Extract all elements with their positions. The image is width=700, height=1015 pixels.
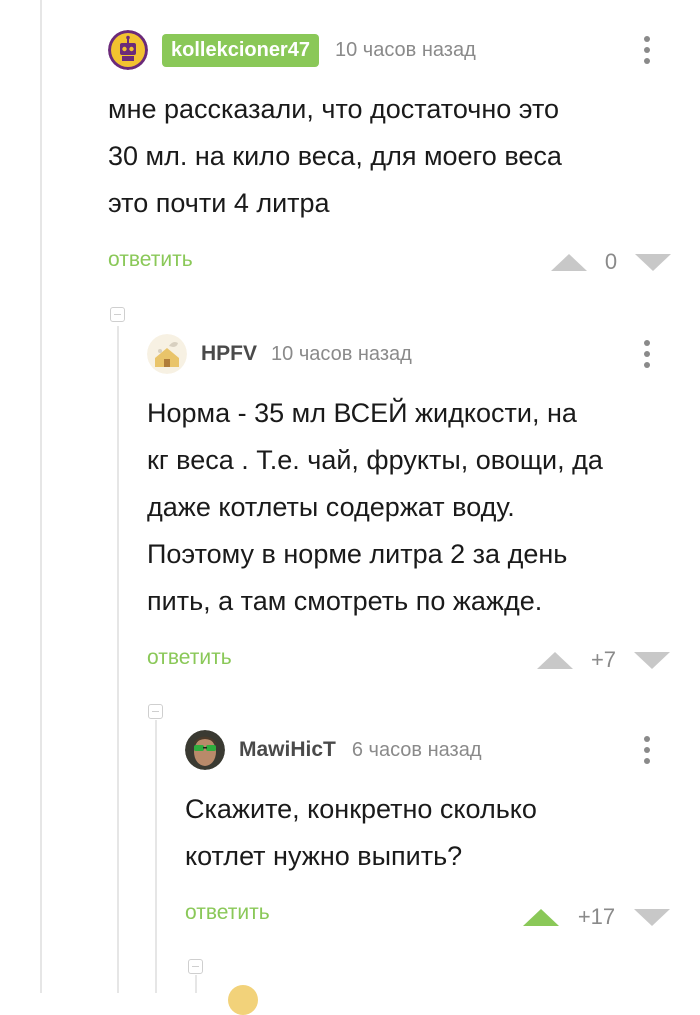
username-badge[interactable]: kollekcioner47 [162,33,319,67]
comment-text-line: кг веса . Т.е. чай, фрукты, овощи, да [147,445,603,475]
comment-header: HPFV 10 часов назад [147,334,412,374]
downvote-icon[interactable] [634,651,670,669]
more-options-icon[interactable] [644,36,650,69]
thread-line-level1 [117,326,119,993]
username[interactable]: HPFV [201,342,257,366]
comment-text-line: котлет нужно выпить? [185,841,463,871]
upvote-icon[interactable] [537,651,573,669]
avatar[interactable] [228,985,258,1015]
username[interactable]: MawiHicT [239,738,336,762]
reply-link[interactable]: ответить [147,646,232,670]
vote-controls: +17 [523,904,670,930]
comment-time: 10 часов назад [271,342,412,365]
reply-link[interactable]: ответить [185,901,270,925]
comment-text: мне рассказали, что достаточно это 30 мл… [108,86,562,227]
comment-text-line: Поэтому в норме литра 2 за день [147,539,568,569]
comment-text-line: 30 мл. на кило веса, для моего веса [108,141,562,171]
comment-time: 10 часов назад [334,38,476,61]
comment-text-line: Скажите, конкретно сколько [185,794,537,824]
comment-text-line: даже котлеты содержат воду. [147,492,515,522]
more-options-icon[interactable] [644,340,650,373]
thread-line-root [40,0,42,993]
thread-line-level3 [195,975,197,993]
comment-text-line: пить, а там смотреть по жажде. [147,586,543,616]
thread-line-level2 [155,720,157,993]
comment-header: kollekcioner47 10 часов назад [108,30,476,70]
robot-avatar-icon[interactable] [108,30,148,70]
house-avatar-icon[interactable] [147,334,187,374]
comment-text-line: Норма - 35 мл ВСЕЙ жидкости, на [147,398,577,428]
comment-text: Норма - 35 мл ВСЕЙ жидкости, на кг веса … [147,390,603,625]
comment-text-line: мне рассказали, что достаточно это [108,94,560,124]
rating-count: 0 [604,249,618,274]
upvote-icon[interactable] [523,908,559,926]
vote-controls: 0 [551,249,671,275]
collapse-thread-button[interactable] [110,307,125,322]
downvote-icon[interactable] [635,253,671,271]
upvote-icon[interactable] [551,253,587,271]
photo-avatar-icon[interactable] [185,730,225,770]
more-options-icon[interactable] [644,736,650,769]
collapse-thread-button[interactable] [188,959,203,974]
rating-count: +17 [577,904,616,929]
rating-count: +7 [590,647,617,672]
collapse-thread-button[interactable] [148,704,163,719]
comment-header: MawiHicT 6 часов назад [185,730,482,770]
vote-controls: +7 [537,647,670,673]
downvote-icon[interactable] [634,908,670,926]
comment-text: Скажите, конкретно сколько котлет нужно … [185,786,537,880]
comment-time: 6 часов назад [351,738,482,761]
reply-link[interactable]: ответить [108,248,193,272]
comment-text-line: это почти 4 литра [108,188,330,218]
